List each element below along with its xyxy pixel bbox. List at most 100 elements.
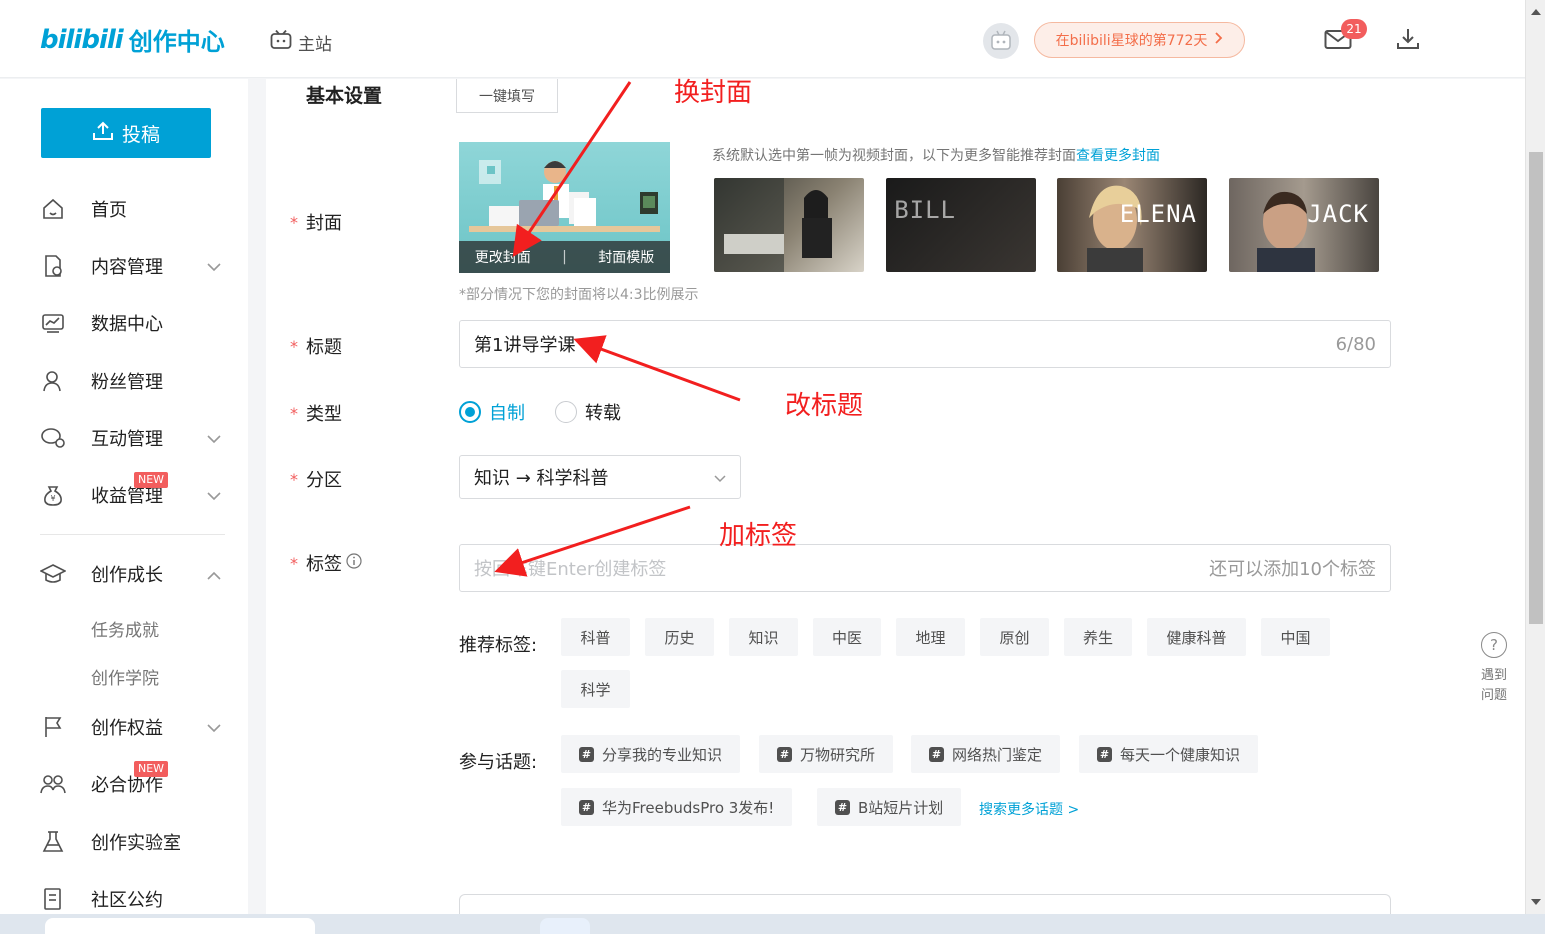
sidebar-item-collab[interactable]: 必合协作 <box>40 764 225 804</box>
sidebar-item-content[interactable]: 内容管理 <box>40 246 225 286</box>
info-icon[interactable] <box>346 552 362 574</box>
sidebar-item-lab[interactable]: 创作实验室 <box>40 822 225 862</box>
sidebar-item-rights[interactable]: 创作权益 <box>40 707 225 747</box>
help-label-line2: 问题 <box>1480 688 1507 703</box>
category-select[interactable]: 知识 → 科学科普 <box>459 455 741 499</box>
cover-image[interactable]: 更改封面 | 封面模版 <box>459 142 670 273</box>
topic-chip[interactable]: # 每天一个健康知识 <box>1079 735 1259 773</box>
recommended-tag[interactable]: 原创 <box>980 618 1049 656</box>
scroll-thumb[interactable] <box>1529 152 1543 624</box>
recommended-tag[interactable]: 科普 <box>561 618 630 656</box>
more-covers-link[interactable]: 查看更多封面 <box>1076 148 1160 164</box>
radio-self-made[interactable] <box>459 401 481 423</box>
cover-action-bar: 更改封面 | 封面模版 <box>459 241 670 273</box>
flag-icon <box>40 714 66 740</box>
sidebar-subitem-academy[interactable]: 创作学院 <box>91 664 159 689</box>
topic-chip[interactable]: # B站短片计划 <box>817 788 962 826</box>
recommended-tag[interactable]: 地理 <box>896 618 965 656</box>
sidebar-item-convention[interactable]: 社区公约 <box>40 879 225 919</box>
sidebar-item-home[interactable]: 首页 <box>40 189 225 229</box>
top-bar: bilibili 创作中心 主站 在bilibili星球的第772天 21 <box>0 0 1525 78</box>
category-value: 知识 → 科学科普 <box>474 468 609 489</box>
radio-self-made-label[interactable]: 自制 <box>489 399 525 425</box>
sidebar-item-interaction[interactable]: 互动管理 <box>40 418 225 458</box>
tags-label: * 标签 <box>290 550 362 576</box>
title-label-text: 标题 <box>306 337 342 358</box>
hash-icon: # <box>835 799 850 815</box>
radio-repost-label[interactable]: 转载 <box>585 399 621 425</box>
topic-chip[interactable]: # 网络热门鉴定 <box>911 735 1061 773</box>
topic-chip[interactable]: # 万物研究所 <box>759 735 894 773</box>
thumb-scene <box>714 178 832 272</box>
cover-thumbnail[interactable]: ELENA <box>1057 178 1207 272</box>
tags-label-text: 标签 <box>306 554 342 575</box>
search-more-topics-link[interactable]: 搜索更多话题 > <box>979 799 1079 819</box>
logo[interactable]: bilibili 创作中心 <box>40 22 225 57</box>
main-site-link[interactable]: 主站 <box>270 29 332 55</box>
hash-icon: # <box>579 799 594 815</box>
annotation-change-title: 改标题 <box>785 391 864 421</box>
taskbar-app[interactable] <box>540 918 590 934</box>
hash-icon: # <box>579 746 594 762</box>
one-click-fill-button[interactable]: 一键填写 <box>456 79 558 113</box>
sidebar-item-growth[interactable]: 创作成长 <box>40 554 225 594</box>
scroll-up-arrow-icon[interactable] <box>1531 9 1541 15</box>
cover-template-button[interactable]: 封面模版 <box>598 247 654 267</box>
avatar[interactable] <box>983 23 1019 59</box>
sidebar-item-data[interactable]: 数据中心 <box>40 303 225 343</box>
required-mark: * <box>290 553 298 573</box>
recommended-tag[interactable]: 健康科普 <box>1147 618 1246 656</box>
cover-recommend-text: 系统默认选中第一帧为视频封面，以下为更多智能推荐封面查看更多封面 <box>712 145 1160 165</box>
thumb-title: ELENA <box>1119 200 1197 228</box>
planet-days-pill[interactable]: 在bilibili星球的第772天 <box>1034 22 1245 58</box>
chevron-down-icon <box>207 256 221 277</box>
page-scrollbar[interactable] <box>1525 0 1545 914</box>
type-label-text: 类型 <box>306 404 342 425</box>
help-widget[interactable]: ? 遇到 问题 <box>1474 632 1514 706</box>
sidebar-item-fans[interactable]: 粉丝管理 <box>40 361 225 401</box>
money-bag-icon: ¥ <box>40 482 66 508</box>
recommended-tag[interactable]: 养生 <box>1064 618 1132 656</box>
upload-button[interactable]: 投稿 <box>41 108 211 158</box>
radio-repost[interactable] <box>555 401 577 423</box>
sidebar-item-label: 创作成长 <box>91 565 163 586</box>
sidebar-item-label: 创作实验室 <box>91 833 181 854</box>
hash-icon: # <box>777 746 792 762</box>
download-icon[interactable] <box>1396 27 1420 55</box>
sidebar-item-label: 首页 <box>91 200 127 221</box>
category-label: * 分区 <box>290 466 342 492</box>
tags-input[interactable]: 按回车键Enter创建标签 还可以添加10个标签 <box>459 544 1391 592</box>
tags-placeholder: 按回车键Enter创建标签 <box>474 559 667 580</box>
recommended-tag[interactable]: 中医 <box>813 618 881 656</box>
chart-icon <box>40 310 66 336</box>
taskbar-search[interactable] <box>45 918 315 934</box>
topic-chip[interactable]: # 分享我的专业知识 <box>561 735 741 773</box>
cover-thumbnail[interactable]: JACK <box>1229 178 1379 272</box>
scroll-down-arrow-icon[interactable] <box>1531 899 1541 905</box>
chevron-right-icon <box>1215 32 1223 48</box>
cover-thumbnail[interactable] <box>714 178 864 272</box>
cover-thumbnail[interactable]: BILL <box>886 178 1036 272</box>
required-mark: * <box>290 336 298 356</box>
sidebar-item-revenue[interactable]: ¥ 收益管理 <box>40 475 225 515</box>
sidebar-item-label: 粉丝管理 <box>91 372 163 393</box>
title-input[interactable]: 第1讲导学课 6/80 <box>459 320 1391 368</box>
main-site-label: 主站 <box>298 35 332 55</box>
required-mark: * <box>290 469 298 489</box>
upload-label: 投稿 <box>121 123 160 146</box>
sidebar-subitem-tasks[interactable]: 任务成就 <box>91 616 159 641</box>
recommended-tag[interactable]: 知识 <box>729 618 798 656</box>
topic-chip[interactable]: # 华为FreebudsPro 3发布! <box>561 788 793 826</box>
topic-label: 华为FreebudsPro 3发布! <box>602 798 775 817</box>
topic-label: 万物研究所 <box>800 745 876 764</box>
recommended-tags-label: 推荐标签: <box>459 635 538 656</box>
recommended-tag[interactable]: 中国 <box>1261 618 1330 656</box>
recommended-tag[interactable]: 科学 <box>561 670 630 708</box>
topics-label: 参与话题: <box>459 752 538 773</box>
recommended-tag[interactable]: 历史 <box>645 618 714 656</box>
change-cover-button[interactable]: 更改封面 <box>475 247 531 267</box>
topic-label: 网络热门鉴定 <box>952 745 1043 764</box>
title-value: 第1讲导学课 <box>474 335 576 356</box>
sidebar-item-label: 互动管理 <box>91 429 163 450</box>
sidebar-item-label: 社区公约 <box>91 890 163 911</box>
